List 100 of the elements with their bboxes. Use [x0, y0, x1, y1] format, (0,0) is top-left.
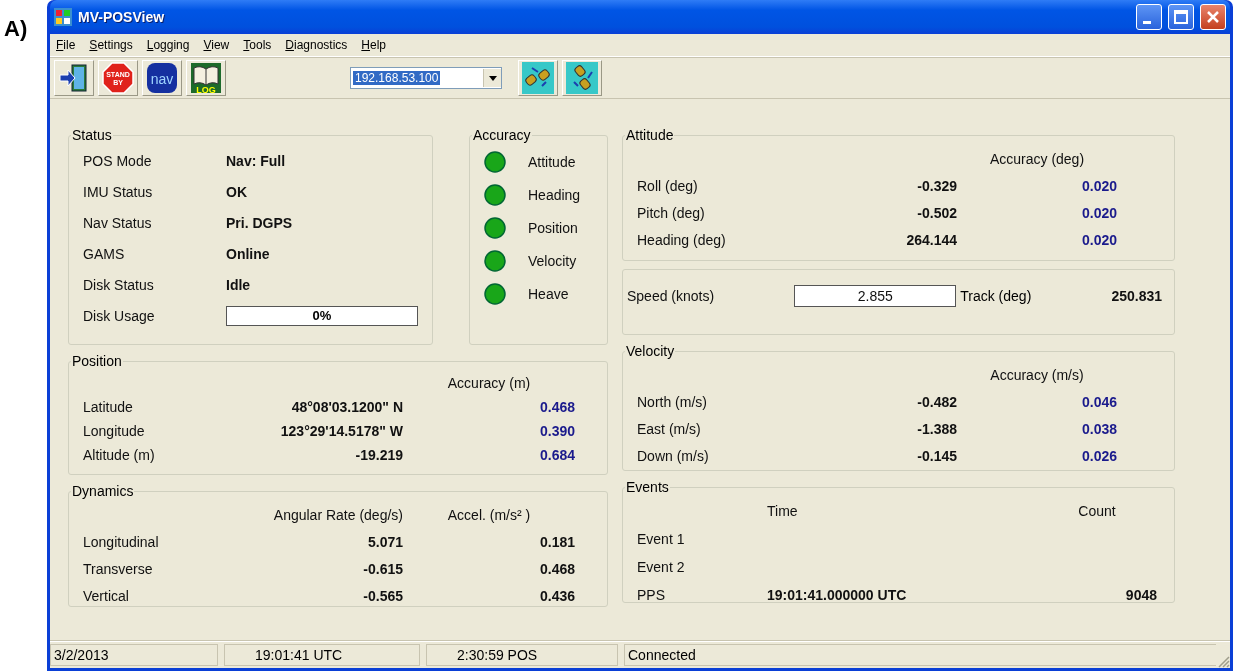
accuracy-value: 0.390: [539, 423, 575, 439]
field-label: Disk Status: [83, 276, 154, 293]
group-title: Status: [71, 127, 113, 143]
usage-reading: 0%: [312, 308, 332, 323]
field-value: -0.145: [917, 447, 957, 464]
menu-item[interactable]: View: [203, 38, 230, 52]
field-value: -0.615: [363, 560, 403, 577]
menu-item[interactable]: File: [56, 38, 76, 52]
field-label: PPS: [637, 587, 665, 603]
disconnect-plug-icon: [566, 62, 598, 94]
address-value: 192.168.53.100: [353, 71, 441, 85]
group-title: Position: [71, 353, 123, 369]
field-label: IMU Status: [83, 183, 153, 200]
field-value: 123°29'14.5178" W: [280, 423, 403, 439]
field-value: 9048: [1125, 587, 1157, 603]
accuracy-value: 0.046: [1081, 393, 1117, 410]
connect-plug-icon: [522, 62, 554, 94]
field-label: Transverse: [83, 560, 153, 577]
field-value: 250.831: [1111, 288, 1162, 304]
menu-item[interactable]: Diagnostics: [285, 38, 348, 52]
column-header: Count: [1078, 503, 1116, 519]
field-label: East (m/s): [637, 420, 701, 437]
field-value: 264.144: [906, 231, 957, 248]
menu-item[interactable]: Tools: [243, 38, 272, 52]
accuracy-value: 0.020: [1081, 204, 1117, 221]
field-value: -0.502: [917, 204, 957, 221]
field-label: Event 2: [637, 559, 685, 575]
field-value: -1.388: [917, 420, 957, 437]
field-label: GAMS: [83, 245, 125, 262]
column-header: Angular Rate (deg/s): [273, 506, 403, 523]
accuracy-value: 0.684: [539, 447, 575, 463]
group-title: Velocity: [625, 343, 676, 359]
field-value: 0.181: [539, 533, 575, 550]
field-label: Roll (deg): [637, 177, 698, 194]
app-icon: [54, 8, 72, 26]
accuracy-value: 0.038: [1081, 420, 1117, 437]
column-header: Accuracy (m/s): [990, 366, 1084, 383]
accuracy-value: 0.020: [1081, 177, 1117, 194]
field-value: 5.071: [367, 533, 403, 550]
group-title: Dynamics: [71, 483, 135, 499]
field-value: Nav: Full: [226, 152, 286, 169]
address-combo-box[interactable]: 192.168.53.100: [350, 67, 502, 89]
menu-item[interactable]: Logging: [146, 38, 190, 52]
accuracy-label: Attitude: [528, 153, 576, 170]
speed-field[interactable]: 2.855: [794, 285, 957, 307]
minimize-button[interactable]: [1136, 4, 1162, 30]
field-label: North (m/s): [637, 393, 707, 410]
accuracy-value: 0.020: [1081, 231, 1117, 248]
field-value: OK: [226, 183, 247, 200]
field-label: Longitude: [83, 423, 145, 439]
status-pane: 2:30:59 POS: [426, 644, 618, 666]
toolbar-button[interactable]: [518, 60, 558, 96]
column-header: Time: [767, 503, 798, 519]
column-header: Accuracy (m): [447, 375, 531, 391]
column-header: Accel. (m/s² ): [447, 506, 531, 523]
accuracy-label: Position: [528, 219, 578, 236]
accuracy-value: 0.026: [1081, 447, 1117, 464]
field-label: POS Mode: [83, 152, 152, 169]
field-value: 0.468: [539, 560, 575, 577]
close-icon: [1206, 10, 1220, 24]
maximize-icon: [1174, 10, 1188, 24]
field-value: -0.329: [917, 177, 957, 194]
minimize-icon: [1143, 20, 1151, 24]
toolbar-button[interactable]: [54, 60, 94, 96]
speed-value: 2.855: [857, 288, 893, 304]
field-label: Heading (deg): [637, 231, 726, 248]
field-value: 48°08'03.1200" N: [291, 399, 403, 415]
maximize-button[interactable]: [1168, 4, 1194, 30]
field-label: Speed (knots): [627, 288, 715, 304]
status-pane: 19:01:41 UTC: [224, 644, 420, 666]
toolbar-button[interactable]: [562, 60, 602, 96]
field-label: Down (m/s): [637, 447, 709, 464]
field-label: Longitudinal: [83, 533, 159, 550]
accuracy-label: Heave: [528, 285, 569, 302]
field-label: Nav Status: [83, 214, 152, 231]
field-label: Latitude: [83, 399, 133, 415]
field-value: -19.219: [355, 447, 403, 463]
field-value: -0.482: [917, 393, 957, 410]
status-pane: 3/2/2013: [50, 644, 218, 666]
field-value: 19:01:41.000000 UTC: [767, 587, 907, 603]
menu-item[interactable]: Help: [361, 38, 387, 52]
menu-item[interactable]: Settings: [89, 38, 133, 52]
accuracy-label: Velocity: [528, 252, 577, 269]
field-label: Vertical: [83, 587, 129, 604]
field-value: 0.436: [539, 587, 575, 604]
accuracy-label: Heading: [528, 186, 581, 203]
field-value: Online: [226, 245, 270, 262]
exit-door-icon: [58, 63, 90, 93]
field-label: Event 1: [637, 531, 685, 547]
field-label: Track (deg): [960, 288, 1032, 304]
field-label: Altitude (m): [83, 447, 155, 463]
column-header: Accuracy (deg): [989, 150, 1085, 167]
dropdown-arrow-icon: [488, 75, 497, 81]
field-value: Idle: [226, 276, 251, 293]
group-title: Events: [625, 479, 670, 495]
field-label: Pitch (deg): [637, 204, 705, 221]
figure-label: A): [3, 15, 29, 43]
resize-grip-icon: [1216, 654, 1230, 668]
close-button[interactable]: [1200, 4, 1226, 30]
field-value: -0.565: [363, 587, 403, 604]
